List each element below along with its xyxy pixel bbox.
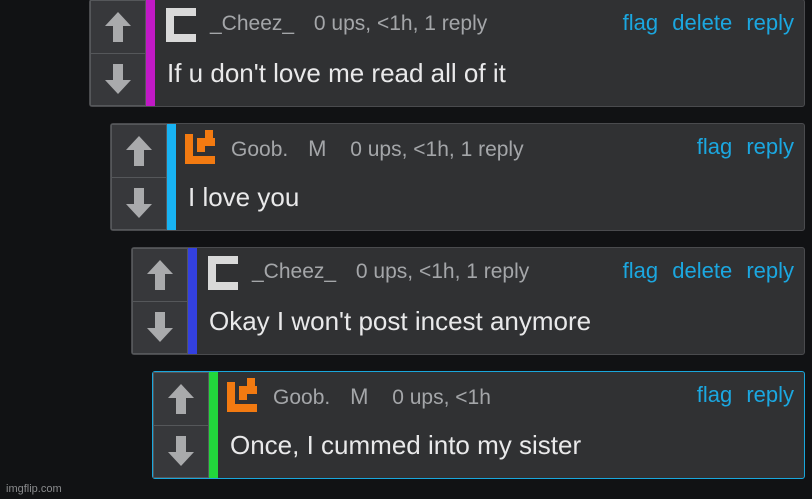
vote-controls bbox=[132, 248, 188, 354]
username-link[interactable]: Goob. bbox=[273, 386, 330, 409]
flag-link[interactable]: flag bbox=[623, 258, 658, 283]
thread-color-bar bbox=[146, 0, 155, 106]
thread-color-bar bbox=[167, 124, 176, 230]
username-link[interactable]: _Cheez_ bbox=[252, 260, 336, 283]
username-link[interactable]: _Cheez_ bbox=[210, 12, 294, 35]
orange-bracket-icon[interactable] bbox=[183, 130, 217, 166]
mod-badge: M bbox=[350, 384, 369, 409]
comment-stats: 0 ups, <1h, 1 reply bbox=[355, 260, 530, 283]
comment-meta: Goob. M 0 ups, <1h, 1 reply bbox=[231, 136, 524, 162]
downvote-button[interactable] bbox=[132, 301, 188, 354]
reply-link[interactable]: reply bbox=[746, 258, 794, 283]
arrow-up-icon bbox=[105, 11, 131, 42]
arrow-up-icon bbox=[147, 259, 173, 290]
vote-controls bbox=[111, 124, 167, 230]
arrow-down-icon bbox=[168, 436, 194, 467]
watermark: imgflip.com bbox=[6, 483, 62, 495]
orange-bracket-icon[interactable] bbox=[225, 378, 259, 414]
downvote-button[interactable] bbox=[153, 425, 209, 478]
comment-actions: flag reply bbox=[689, 134, 794, 160]
downvote-button[interactable] bbox=[90, 53, 146, 106]
vote-controls bbox=[90, 0, 146, 106]
comment-4: Goob. M 0 ups, <1h flag reply Once, I cu… bbox=[152, 371, 805, 479]
reply-link[interactable]: reply bbox=[746, 134, 794, 159]
comment-actions: flag delete reply bbox=[615, 258, 794, 284]
white-bracket-icon[interactable] bbox=[206, 254, 240, 290]
delete-link[interactable]: delete bbox=[672, 10, 732, 35]
vote-controls bbox=[153, 372, 209, 478]
arrow-down-icon bbox=[147, 312, 173, 343]
comment-meta: _Cheez_ 0 ups, <1h, 1 reply bbox=[210, 12, 487, 36]
comment-stats: 0 ups, <1h, 1 reply bbox=[350, 138, 524, 161]
downvote-button[interactable] bbox=[111, 177, 167, 230]
upvote-button[interactable] bbox=[90, 0, 146, 54]
arrow-up-icon bbox=[126, 135, 152, 166]
comment-text: Okay I won't post incest anymore bbox=[209, 306, 592, 336]
thread-color-bar bbox=[188, 248, 197, 354]
comment-stats: 0 ups, <1h, 1 reply bbox=[313, 12, 488, 35]
white-bracket-icon[interactable] bbox=[164, 6, 198, 42]
thread-color-bar bbox=[209, 372, 218, 478]
flag-link[interactable]: flag bbox=[623, 10, 658, 35]
arrow-down-icon bbox=[126, 188, 152, 219]
flag-link[interactable]: flag bbox=[697, 134, 732, 159]
flag-link[interactable]: flag bbox=[697, 382, 732, 407]
upvote-button[interactable] bbox=[153, 372, 209, 426]
comment-actions: flag delete reply bbox=[615, 10, 794, 36]
comment-actions: flag reply bbox=[689, 382, 794, 408]
comment-meta: _Cheez_ 0 ups, <1h, 1 reply bbox=[252, 260, 529, 284]
comment-text: Once, I cummed into my sister bbox=[230, 430, 582, 460]
reply-link[interactable]: reply bbox=[746, 10, 794, 35]
comment-1: _Cheez_ 0 ups, <1h, 1 reply flag delete … bbox=[89, 0, 805, 107]
comment-text: I love you bbox=[188, 182, 300, 212]
username-link[interactable]: Goob. bbox=[231, 138, 288, 161]
comment-text: If u don't love me read all of it bbox=[167, 58, 506, 88]
comment-3: _Cheez_ 0 ups, <1h, 1 reply flag delete … bbox=[131, 247, 805, 355]
mod-badge: M bbox=[308, 136, 327, 161]
arrow-down-icon bbox=[105, 64, 131, 95]
upvote-button[interactable] bbox=[111, 124, 167, 178]
reply-link[interactable]: reply bbox=[746, 382, 794, 407]
comment-meta: Goob. M 0 ups, <1h bbox=[273, 384, 491, 410]
comment-stats: 0 ups, <1h bbox=[392, 386, 491, 409]
upvote-button[interactable] bbox=[132, 248, 188, 302]
arrow-up-icon bbox=[168, 383, 194, 414]
delete-link[interactable]: delete bbox=[672, 258, 732, 283]
comment-2: Goob. M 0 ups, <1h, 1 reply flag reply I… bbox=[110, 123, 805, 231]
